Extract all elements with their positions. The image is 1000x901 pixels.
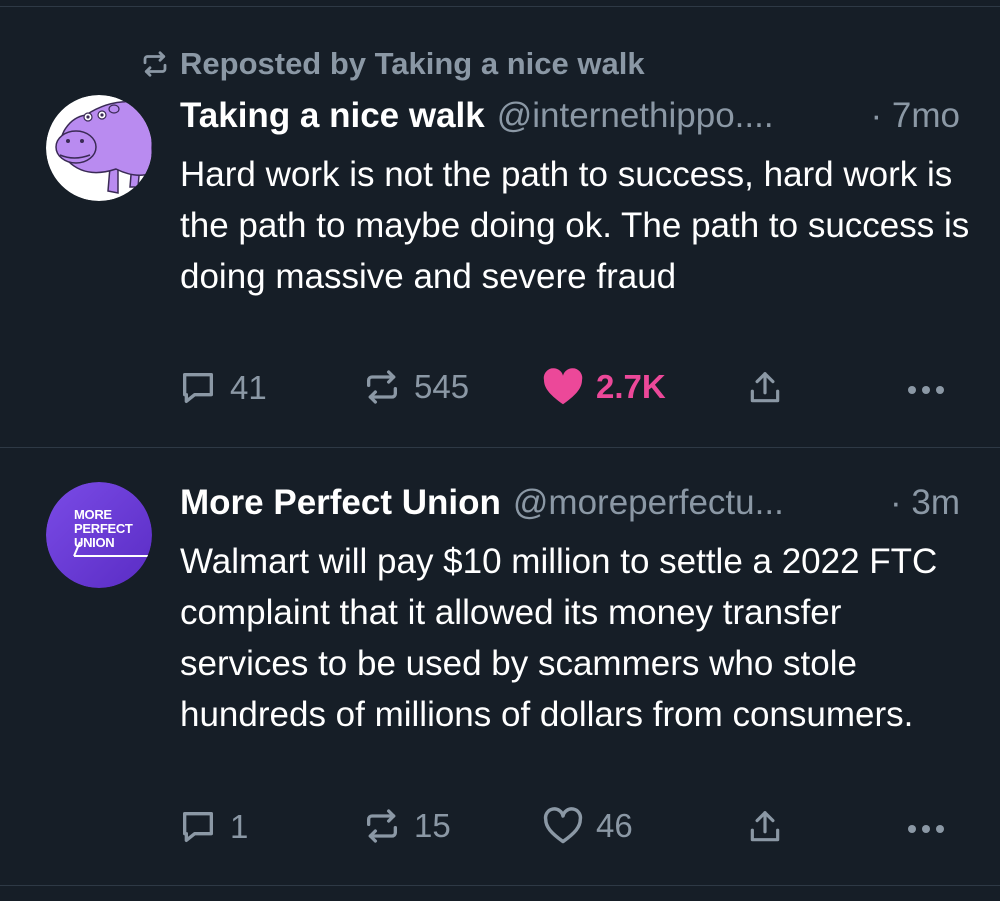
share-icon	[746, 368, 784, 408]
repost-icon	[362, 808, 402, 844]
post-card[interactable]: MORE PERFECT UNION More Perfect Union @m…	[0, 448, 1000, 885]
reply-button[interactable]: 1	[178, 807, 248, 847]
repost-count: 545	[414, 368, 470, 405]
more-options-button[interactable]	[904, 807, 948, 847]
author-name[interactable]: Taking a nice walk	[180, 96, 485, 136]
reply-button[interactable]: 41	[178, 368, 267, 408]
reply-icon	[178, 368, 218, 408]
post-timestamp[interactable]: · 7mo	[861, 96, 960, 136]
avatar[interactable]: MORE PERFECT UNION	[46, 482, 152, 588]
like-count: 46	[596, 807, 633, 844]
post-timestamp[interactable]: · 3m	[880, 483, 960, 523]
repost-count: 15	[414, 807, 451, 844]
share-button[interactable]	[746, 368, 784, 408]
reply-count: 41	[230, 369, 267, 406]
more-options-button[interactable]	[904, 368, 948, 408]
repost-button[interactable]: 15	[362, 807, 451, 845]
repost-label: Reposted by Taking a nice walk	[180, 46, 645, 81]
post-actions: 1 15 46	[0, 807, 1000, 851]
post-text: Hard work is not the path to success, ha…	[180, 155, 970, 296]
post-actions: 41 545 2.7K	[0, 368, 1000, 412]
share-button[interactable]	[746, 807, 784, 847]
repost-icon	[362, 369, 402, 405]
post-text: Walmart will pay $10 million to settle a…	[180, 542, 938, 734]
repost-button[interactable]: 545	[362, 368, 469, 406]
post-header: More Perfect Union @moreperfectu... · 3m	[180, 483, 960, 523]
reply-count: 1	[230, 808, 249, 845]
ellipsis-icon	[904, 807, 948, 847]
like-button[interactable]: 46	[542, 807, 633, 845]
share-icon	[746, 807, 784, 847]
repost-icon	[140, 51, 170, 77]
union-logo-text: MORE PERFECT UNION	[74, 507, 133, 550]
author-handle[interactable]: @internethippo....	[497, 96, 774, 136]
author-handle[interactable]: @moreperfectu...	[513, 483, 784, 523]
post-header: Taking a nice walk @internethippo.... · …	[180, 96, 960, 136]
heart-outline-icon	[542, 807, 584, 845]
like-button[interactable]: 2.7K	[542, 368, 666, 406]
like-count: 2.7K	[596, 368, 666, 405]
post-card[interactable]: Reposted by Taking a nice walk Taking a …	[0, 0, 1000, 447]
hippo-avatar-icon	[46, 95, 152, 201]
ellipsis-icon	[904, 368, 948, 408]
author-name[interactable]: More Perfect Union	[180, 483, 501, 523]
heart-filled-icon	[542, 368, 584, 406]
post-divider	[0, 885, 1000, 886]
avatar[interactable]	[46, 95, 152, 201]
repost-indicator[interactable]: Reposted by Taking a nice walk	[140, 46, 645, 82]
reply-icon	[178, 807, 218, 847]
